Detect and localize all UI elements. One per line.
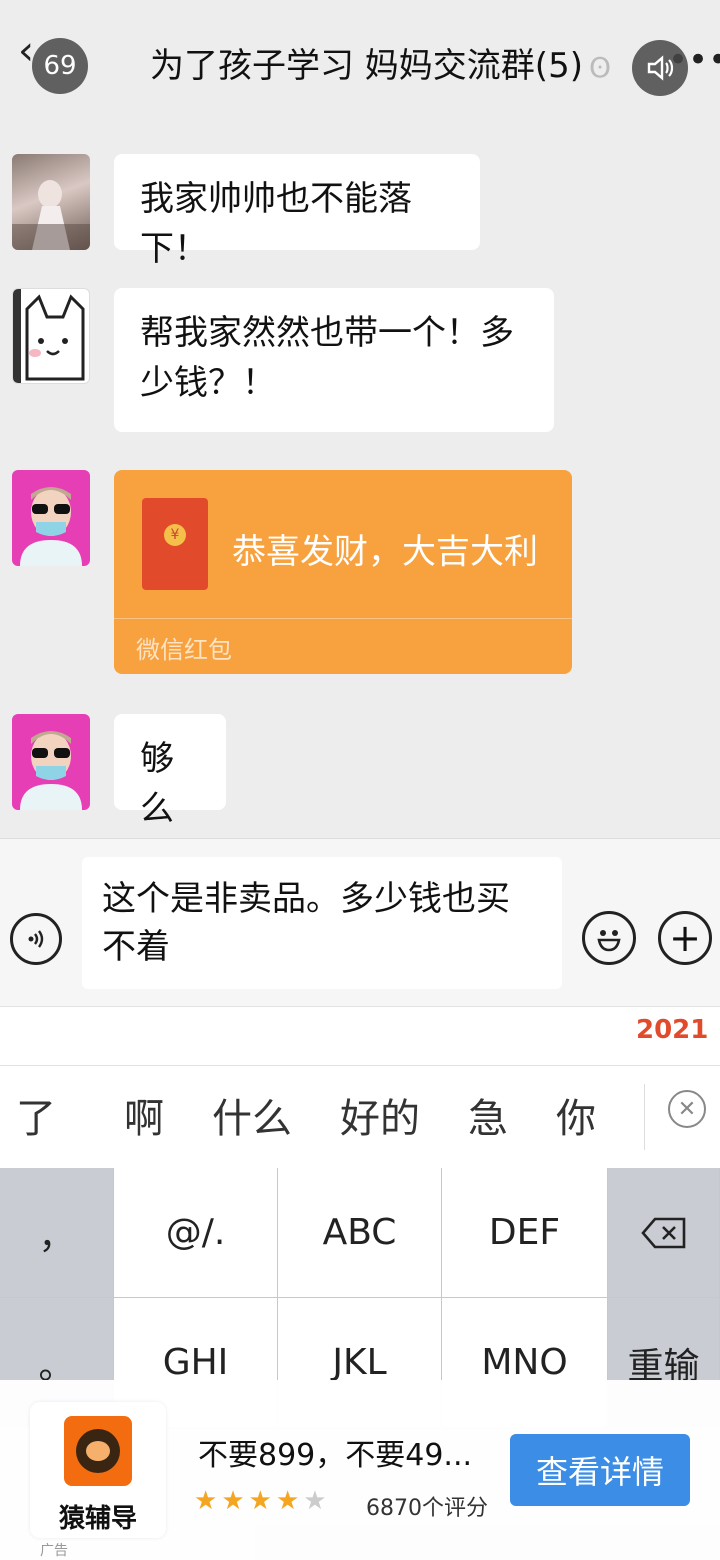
candidate-item[interactable]: 你 xyxy=(556,1086,596,1144)
ad-app-name: 猿辅导 xyxy=(58,1504,137,1534)
red-packet-text: 恭喜发财，大吉大利 xyxy=(232,532,538,572)
unread-badge[interactable]: 69 xyxy=(32,38,88,94)
message-row xyxy=(12,470,112,570)
ime-logo[interactable]: 2021 xyxy=(636,1015,708,1045)
candidate-item[interactable]: 好的 xyxy=(340,1086,420,1144)
candidate-divider xyxy=(644,1084,645,1150)
ad-app-icon[interactable]: 猿辅导 xyxy=(30,1402,166,1538)
message-row: 帮我家然然也带一个！多少钱？！ xyxy=(12,288,712,438)
view-details-button[interactable]: 查看详情 xyxy=(510,1434,690,1506)
star-icon: ★ xyxy=(194,1486,222,1516)
star-icon: ★ xyxy=(303,1486,331,1516)
star-icon: ★ xyxy=(221,1486,249,1516)
backspace-icon[interactable] xyxy=(608,1168,720,1298)
input-bar: 这个是非卖品。多少钱也买不着 + xyxy=(0,838,720,1006)
wechat-group-chat: ‹ 69 为了孩子学习 妈妈交流群(5)ʘ ••• 我家帅帅也不能落下！ 帮我家… xyxy=(0,0,720,1560)
star-icon: ★ xyxy=(275,1486,304,1516)
red-packet[interactable]: ¥ 恭喜发财，大吉大利 微信红包 xyxy=(114,470,572,674)
avatar[interactable] xyxy=(12,470,90,566)
avatar[interactable] xyxy=(12,714,90,810)
rating-stars: ★★★★★ xyxy=(194,1486,331,1516)
candidate-item[interactable]: 了 xyxy=(16,1086,56,1144)
red-packet-label: 微信红包 xyxy=(136,636,232,664)
avatar[interactable] xyxy=(12,154,90,250)
message-row: 够么 xyxy=(12,714,712,829)
ear-icon: ʘ xyxy=(588,51,612,84)
key-comma[interactable]: ， xyxy=(0,1168,114,1298)
ad-label: 广告 xyxy=(40,1543,68,1559)
chat-title-text: 为了孩子学习 妈妈交流群(5) xyxy=(150,46,583,86)
chat-title: 为了孩子学习 妈妈交流群(5) ʘ xyxy=(150,38,611,87)
star-icon: ★ xyxy=(248,1486,276,1516)
red-packet-divider xyxy=(114,618,572,619)
message-bubble[interactable]: 够么 xyxy=(114,714,226,829)
candidate-item[interactable]: 急 xyxy=(468,1086,508,1144)
avatar[interactable] xyxy=(12,288,90,384)
voice-icon[interactable] xyxy=(10,913,62,965)
monkey-icon xyxy=(64,1416,132,1486)
key-symbols[interactable]: @/. xyxy=(114,1168,278,1298)
message-bubble[interactable]: 帮我家然然也带一个！多少钱？！ xyxy=(114,288,554,432)
candidate-item[interactable]: 什么 xyxy=(212,1086,292,1144)
chat-header: ‹ 69 为了孩子学习 妈妈交流群(5)ʘ ••• xyxy=(0,0,720,112)
speaker-icon[interactable] xyxy=(632,40,688,96)
message-bubble[interactable]: 我家帅帅也不能落下！ xyxy=(114,154,480,269)
close-icon[interactable]: ✕ xyxy=(668,1090,706,1128)
candidate-bar: 了 啊 什么 好的 急 你 ✕ xyxy=(0,1066,720,1168)
message-row: 我家帅帅也不能落下！ xyxy=(12,154,712,269)
rating-count: 6870个评分 xyxy=(366,1496,488,1521)
ad-banner[interactable]: 猿辅导 不要899，不要49... ★★★★★ 6870个评分 查看详情 广告 xyxy=(0,1380,720,1560)
ad-title: 不要899，不要49... xyxy=(198,1438,473,1473)
message-input[interactable]: 这个是非卖品。多少钱也买不着 xyxy=(82,857,562,989)
plus-icon[interactable]: + xyxy=(658,911,712,965)
key-def[interactable]: DEF xyxy=(442,1168,608,1298)
candidate-item[interactable]: 啊 xyxy=(124,1086,164,1144)
keyboard-toolbar: 2021 xyxy=(0,1006,720,1066)
emoji-icon[interactable] xyxy=(582,911,636,965)
key-abc[interactable]: ABC xyxy=(278,1168,442,1298)
red-packet-icon: ¥ xyxy=(142,498,208,590)
